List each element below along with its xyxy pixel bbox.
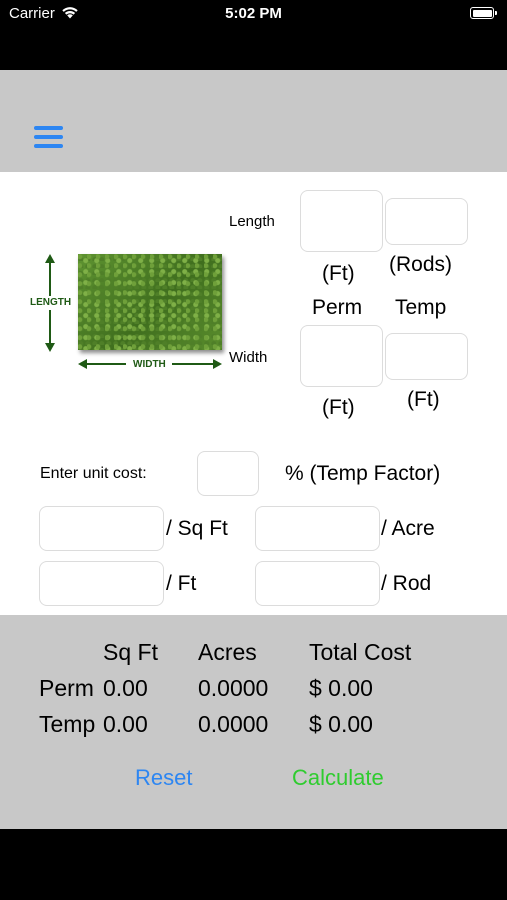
cost-per-acre-input[interactable] — [255, 506, 380, 551]
per-sqft-label: / Sq Ft — [166, 517, 228, 540]
temp-factor-label: % (Temp Factor) — [285, 462, 441, 485]
diagram-width-label: WIDTH — [133, 359, 166, 370]
length-rods-unit: (Rods) — [389, 253, 453, 276]
unit-cost-label: Enter unit cost: — [40, 465, 147, 482]
grass-area-image — [78, 254, 222, 350]
width-label: Width — [229, 349, 268, 366]
per-ft-label: / Ft — [166, 572, 197, 595]
perm-total-cost-value: $ 0.00 — [309, 675, 373, 701]
temp-row-label: Temp — [39, 711, 96, 737]
clock-time: 5:02 PM — [225, 5, 282, 22]
perm-row-label: Perm — [39, 675, 94, 701]
top-header-bar — [0, 70, 507, 172]
temp-acres-value: 0.0000 — [198, 711, 269, 737]
width-temp-unit: (Ft) — [407, 388, 440, 411]
perm-sqft-value: 0.00 — [103, 675, 148, 701]
width-perm-input[interactable] — [300, 325, 383, 387]
calculate-button[interactable]: Calculate — [292, 765, 384, 791]
perm-acres-value: 0.0000 — [198, 675, 269, 701]
reset-button[interactable]: Reset — [135, 765, 192, 791]
width-temp-input[interactable] — [385, 333, 468, 380]
per-rod-label: / Rod — [381, 572, 432, 595]
length-label: Length — [229, 213, 275, 230]
temp-factor-input[interactable] — [197, 451, 259, 496]
per-acre-label: / Acre — [381, 517, 435, 540]
perm-label: Perm — [312, 296, 363, 319]
width-perm-unit: (Ft) — [322, 396, 355, 419]
cost-per-sqft-input[interactable] — [39, 506, 164, 551]
header-sqft: Sq Ft — [103, 639, 158, 665]
length-ft-unit: (Ft) — [322, 262, 355, 285]
length-rods-input[interactable] — [385, 198, 468, 245]
temp-sqft-value: 0.00 — [103, 711, 148, 737]
temp-label: Temp — [395, 296, 447, 319]
header-acres: Acres — [198, 639, 257, 665]
length-ft-input[interactable] — [300, 190, 383, 252]
battery-icon — [470, 7, 497, 19]
diagram-length-label: LENGTH — [30, 297, 72, 308]
hamburger-menu-icon[interactable] — [34, 124, 66, 150]
header-total-cost: Total Cost — [309, 639, 412, 665]
cost-per-ft-input[interactable] — [39, 561, 164, 606]
temp-total-cost-value: $ 0.00 — [309, 711, 373, 737]
cost-per-rod-input[interactable] — [255, 561, 380, 606]
status-bar: Carrier 5:02 PM — [0, 0, 507, 28]
